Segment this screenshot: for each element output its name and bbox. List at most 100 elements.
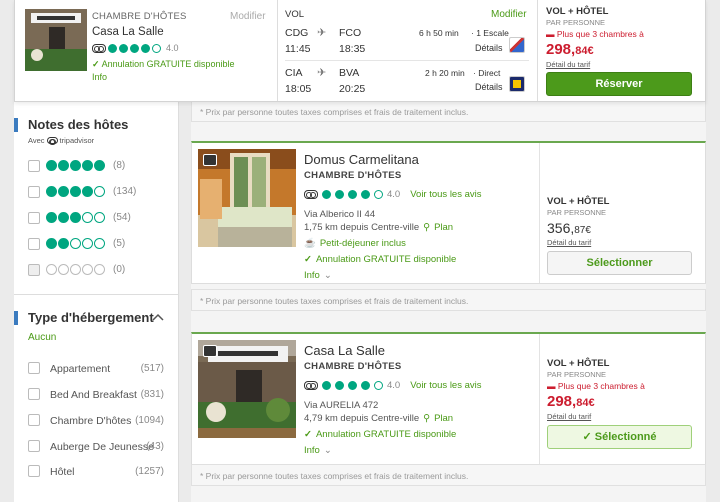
cancellation-info: ✓ Annulation GRATUITE disponible <box>304 254 456 265</box>
breakfast-text: Petit-déjeuner inclus <box>319 238 406 249</box>
rating-count: (54) <box>113 212 131 223</box>
rating-dot <box>46 160 57 171</box>
divider <box>14 294 178 295</box>
rating-5-option[interactable]: (8) <box>46 160 125 171</box>
rating-dot <box>119 43 128 53</box>
cancellation-info: ✓ Annulation GRATUITE disponible <box>92 59 235 69</box>
rating-dot <box>46 212 57 223</box>
rating-3-option[interactable]: (54) <box>46 212 131 223</box>
rating-2-option[interactable]: (5) <box>46 238 125 249</box>
rating-dot <box>46 186 57 197</box>
chevron-up-icon[interactable] <box>152 313 164 321</box>
price-label: VOL + HÔTEL <box>547 358 610 369</box>
type-checkbox[interactable] <box>28 362 40 374</box>
type-checkbox[interactable] <box>28 414 40 426</box>
hotel-distance: 1,75 km depuis Centre-ville ⚲ Plan <box>304 222 453 233</box>
type-checkbox[interactable] <box>28 388 40 400</box>
rating-dot <box>361 190 370 199</box>
type-checkbox[interactable] <box>28 440 40 452</box>
hotel-name[interactable]: Domus Carmelitana <box>304 152 419 167</box>
airline-logo-icon <box>509 76 525 92</box>
rating-4-option[interactable]: (134) <box>46 186 136 197</box>
chevron-down-icon[interactable]: ⌄ <box>324 270 332 281</box>
rating-1-checkbox[interactable] <box>28 264 40 276</box>
per-person-label: PAR PERSONNE <box>547 208 607 217</box>
rating-dot <box>141 43 150 53</box>
price-label: VOL + HÔTEL <box>547 196 610 207</box>
chevron-down-icon[interactable]: ⌄ <box>324 445 332 456</box>
type-label[interactable]: Hôtel <box>50 466 75 478</box>
tripadvisor-attribution: Avec tripadvisor <box>28 136 95 145</box>
hotel-entrance-photo-image <box>25 9 87 71</box>
rating-dot <box>82 186 93 197</box>
hotel-name[interactable]: Casa La Salle <box>304 343 385 358</box>
type-label[interactable]: Chambre D'hôtes <box>50 415 131 427</box>
airplane-icon: ✈ <box>317 67 327 79</box>
rating-2-checkbox[interactable] <box>28 238 40 250</box>
hotel-type: CHAMBRE D'HÔTES <box>304 170 402 181</box>
type-count: (517) <box>140 363 164 374</box>
outbound-details-link[interactable]: Détails <box>475 43 503 53</box>
type-label[interactable]: Auberge De Jeunesse <box>50 441 154 453</box>
info-link[interactable]: Info <box>92 72 107 82</box>
modify-hotel-link[interactable]: Modifier <box>230 11 266 22</box>
selected-hotel-type: CHAMBRE D'HÔTES <box>92 11 187 22</box>
rating-dot <box>70 238 81 249</box>
breakfast-info: ☕ Petit-déjeuner inclus <box>304 238 406 249</box>
map-pin-icon: ⚲ <box>423 222 431 233</box>
modify-flight-link[interactable]: Modifier <box>491 9 527 20</box>
divider <box>537 0 538 101</box>
inbound-details-link[interactable]: Détails <box>475 82 503 92</box>
selected-button[interactable]: ✓ Sélectionné <box>547 425 692 449</box>
rating-dot <box>82 160 93 171</box>
tripadvisor-owl-icon <box>92 43 106 53</box>
hotel-type: CHAMBRE D'HÔTES <box>304 361 402 372</box>
airplane-icon: ✈ <box>317 27 327 39</box>
outbound-from: CDG <box>285 27 309 39</box>
check-icon: ✓ <box>92 59 100 69</box>
map-pin-icon: ⚲ <box>423 413 431 424</box>
type-reset-link[interactable]: Aucun <box>28 332 56 343</box>
rating-dot <box>335 190 344 199</box>
price-detail-link[interactable]: Détail du tarif <box>547 238 591 247</box>
rating-dot <box>152 43 161 53</box>
book-button[interactable]: Réserver <box>546 72 692 96</box>
info-label[interactable]: Info <box>304 445 320 456</box>
reviews-link[interactable]: Voir tous les avis <box>410 380 481 391</box>
rating-value: 4.0 <box>387 189 401 200</box>
type-label[interactable]: Bed And Breakfast <box>50 389 137 401</box>
info-label[interactable]: Info <box>304 270 320 281</box>
rating-dot <box>361 381 370 390</box>
rating-dot <box>58 186 69 197</box>
hotel-card: Domus Carmelitana CHAMBRE D'HÔTES 4.0 Vo… <box>191 141 706 284</box>
price-detail-link[interactable]: Détail du tarif <box>546 60 590 69</box>
rating-dot <box>108 43 117 53</box>
reviews-link[interactable]: Voir tous les avis <box>410 189 481 200</box>
plan-link[interactable]: Plan <box>434 413 453 424</box>
rating-3-checkbox[interactable] <box>28 212 40 224</box>
price-note: * Prix par personne toutes taxes compris… <box>191 289 706 311</box>
hotel-photo[interactable] <box>198 149 296 247</box>
type-filter-title: Type d'hébergement <box>28 310 154 325</box>
price-detail-link[interactable]: Détail du tarif <box>547 412 591 421</box>
info-toggle[interactable]: Info ⌄ <box>304 270 332 281</box>
rating-count: (0) <box>113 264 126 275</box>
price-note: * Prix par personne toutes taxes compris… <box>191 464 706 486</box>
availability-alert: ▬ Plus que 3 chambres à <box>546 29 644 39</box>
hotel-photo[interactable] <box>198 340 296 438</box>
gallery-icon <box>203 154 217 166</box>
rating-4-checkbox[interactable] <box>28 186 40 198</box>
outbound-duration: 6 h 50 min <box>419 28 459 38</box>
rating-5-checkbox[interactable] <box>28 160 40 172</box>
info-toggle[interactable]: Info ⌄ <box>304 445 332 456</box>
price-note: * Prix par personne toutes taxes compris… <box>191 100 706 122</box>
type-count: (1257) <box>135 466 164 477</box>
select-button[interactable]: Sélectionner <box>547 251 692 275</box>
rating-1-option[interactable]: (0) <box>46 264 125 275</box>
ratings-filter-title: Notes des hôtes <box>28 117 129 132</box>
inbound-to: BVA <box>339 67 360 79</box>
type-checkbox[interactable] <box>28 465 40 477</box>
plan-link[interactable]: Plan <box>434 222 453 233</box>
rating-dot <box>94 186 105 197</box>
type-label[interactable]: Appartement <box>50 363 110 375</box>
